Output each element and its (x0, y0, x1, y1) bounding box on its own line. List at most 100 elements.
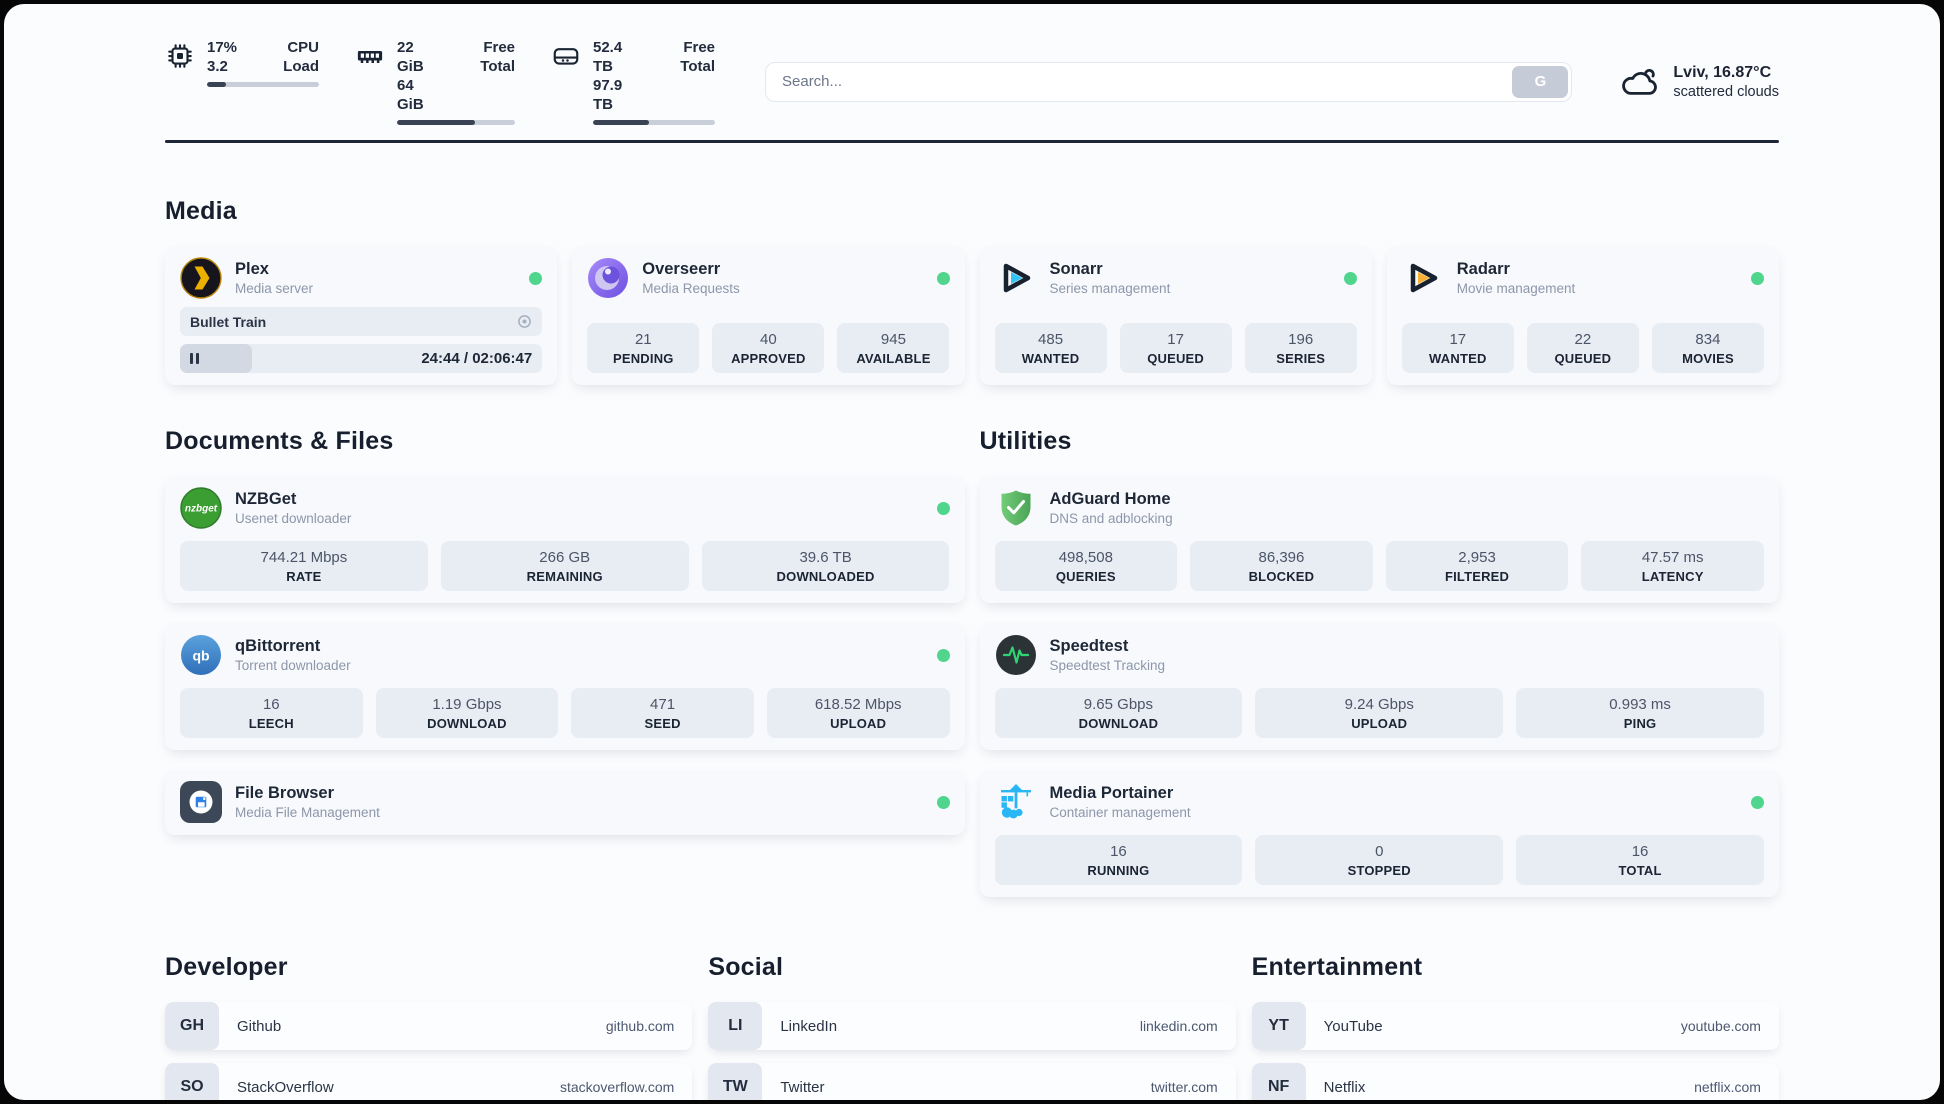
radarr-icon (1410, 263, 1437, 293)
stat-value: 40 (760, 331, 777, 348)
status-dot-online (1343, 271, 1357, 285)
memory-label-bottom: Total (480, 58, 515, 75)
status-dot-online (1751, 271, 1764, 285)
weather-condition: scattered clouds (1673, 83, 1779, 100)
bookmark-row-stackoverflow[interactable]: SO StackOverflow stackoverflow.com (165, 1063, 693, 1100)
app-card-nzbget[interactable]: nzbget NZBGet Usenet downloader 744.21 M… (165, 476, 965, 603)
stat-box: 834 MOVIES (1651, 323, 1764, 373)
bookmark-domain: stackoverflow.com (559, 1079, 675, 1095)
section-title-developer: Developer (165, 953, 288, 981)
app-desc: Usenet downloader (235, 510, 352, 526)
cpu-load-value: 3.2 (207, 58, 228, 75)
bookmark-name: LinkedIn (780, 1017, 838, 1035)
cpu-label-bottom: Load (283, 58, 319, 75)
screen-icon (517, 314, 532, 329)
app-card-radarr[interactable]: Radarr Movie management 17 WANTED 22 QUE… (1386, 246, 1779, 385)
app-card-sonarr[interactable]: Sonarr Series management 485 WANTED 17 Q… (979, 246, 1372, 385)
section-title-media: Media (165, 197, 237, 225)
search-engine-button[interactable]: G (1512, 65, 1569, 98)
disk-label-bottom: Total (680, 58, 715, 75)
stat-value: 9.65 Gbps (1083, 696, 1154, 713)
disk-free-value: 52.4 TB (593, 39, 623, 75)
app-name: File Browser (235, 783, 335, 802)
stat-box: 9.24 Gbps UPLOAD (1255, 688, 1504, 738)
section-title-social: Social (708, 953, 784, 981)
app-card-qbittorrent[interactable]: qb qBittorrent Torrent downloader 16 LEE… (165, 623, 965, 750)
app-name: Sonarr (1049, 259, 1103, 278)
bookmark-row-twitter[interactable]: TW Twitter twitter.com (708, 1063, 1236, 1100)
app-desc: Series management (1049, 280, 1171, 296)
stat-box: 0 STOPPED (1255, 835, 1504, 885)
bookmark-row-linkedin[interactable]: LI LinkedIn linkedin.com (708, 1002, 1236, 1050)
bookmark-row-youtube[interactable]: YT YouTube youtube.com (1251, 1002, 1779, 1050)
stat-value: 744.21 Mbps (260, 549, 348, 566)
stat-label: REMAINING (526, 569, 603, 584)
stat-value: 196 (1288, 331, 1314, 348)
system-metrics: 17% 3.2 CPU Load 22 GiB 64 GiB Free Tota… (165, 38, 715, 125)
status-dot-online (936, 648, 950, 662)
cloud-icon (1622, 68, 1658, 95)
app-card-adguard[interactable]: AdGuard Home DNS and adblocking 498,508 … (979, 476, 1779, 603)
stat-value: 22 (1574, 331, 1592, 348)
stat-box: 744.21 Mbps RATE (180, 541, 428, 591)
weather-widget[interactable]: Lviv, 16.87°C scattered clouds (1618, 61, 1779, 103)
stat-value: 2,953 (1458, 549, 1496, 566)
disk-icon (553, 48, 579, 65)
bookmark-badge: SO (165, 1063, 219, 1100)
app-card-portainer[interactable]: Media Portainer Container management 16 … (979, 770, 1779, 897)
stat-box: 40 APPROVED (712, 323, 825, 373)
stat-label: DOWNLOAD (427, 716, 507, 731)
app-card-speedtest[interactable]: Speedtest Speedtest Tracking 9.65 Gbps D… (979, 623, 1779, 750)
stat-label: LEECH (248, 716, 294, 731)
stat-box: 266 GB REMAINING (440, 541, 689, 591)
pause-button[interactable] (190, 353, 199, 364)
stat-label: UPLOAD (1351, 716, 1408, 731)
stat-label: UPLOAD (830, 716, 887, 731)
plex-icon (180, 257, 222, 299)
stat-label: SEED (644, 716, 681, 731)
weather-location-temp: Lviv, 16.87°C (1673, 63, 1772, 81)
stat-label: FILTERED (1444, 569, 1510, 584)
stat-value: 471 (650, 696, 676, 713)
bookmark-row-netflix[interactable]: NF Netflix netflix.com (1251, 1063, 1779, 1100)
stat-box: 39.6 TB DOWNLOADED (701, 541, 950, 591)
stat-label: LATENCY (1641, 569, 1704, 584)
status-dot-online (529, 271, 543, 285)
disk-label-top: Free (683, 39, 715, 56)
stat-label: PING (1623, 716, 1657, 731)
stat-box: 16 RUNNING (994, 835, 1243, 885)
app-name: Speedtest (1049, 636, 1129, 655)
app-desc: Torrent downloader (235, 657, 351, 673)
stat-value: 945 (880, 331, 906, 348)
stat-label: STOPPED (1347, 863, 1411, 878)
memory-icon (357, 51, 383, 63)
stat-label: QUEUED (1147, 351, 1205, 366)
bookmark-badge: GH (165, 1002, 219, 1050)
stat-value: 39.6 TB (799, 549, 852, 566)
app-card-overseerr[interactable]: Overseerr Media Requests 21 PENDING 40 A… (572, 246, 965, 385)
stat-value: 17 (1449, 331, 1467, 348)
stat-value: 1.19 Gbps (432, 696, 502, 713)
app-name: NZBGet (235, 489, 297, 508)
cpu-percent: 17% (207, 39, 238, 56)
stat-label: DOWNLOADED (776, 569, 875, 584)
status-dot-online (1751, 795, 1764, 809)
app-card-filebrowser[interactable]: File Browser Media File Management (165, 770, 965, 835)
svg-text:qb: qb (192, 648, 209, 664)
bookmark-name: Twitter (780, 1078, 825, 1096)
stat-box: 618.52 Mbps UPLOAD (766, 688, 950, 738)
app-name: Plex (235, 259, 269, 278)
stat-box: 196 SERIES (1244, 323, 1357, 373)
bookmark-row-github[interactable]: GH Github github.com (165, 1002, 693, 1050)
app-card-plex[interactable]: Plex Media server Bullet Train 24:44 / 0… (165, 246, 558, 385)
bookmark-domain: netflix.com (1694, 1079, 1761, 1095)
dashboard-page: 17% 3.2 CPU Load 22 GiB 64 GiB Free Tota… (4, 4, 1940, 1100)
stat-value: 21 (634, 331, 652, 348)
sonarr-icon (1003, 263, 1030, 293)
stat-box: 86,396 BLOCKED (1190, 541, 1373, 591)
stat-label: MOVIES (1682, 351, 1734, 366)
stat-label: SERIES (1276, 351, 1326, 366)
section-title-entertainment: Entertainment (1251, 953, 1423, 981)
app-desc: Media File Management (235, 804, 380, 820)
search-input[interactable] (769, 65, 1513, 98)
